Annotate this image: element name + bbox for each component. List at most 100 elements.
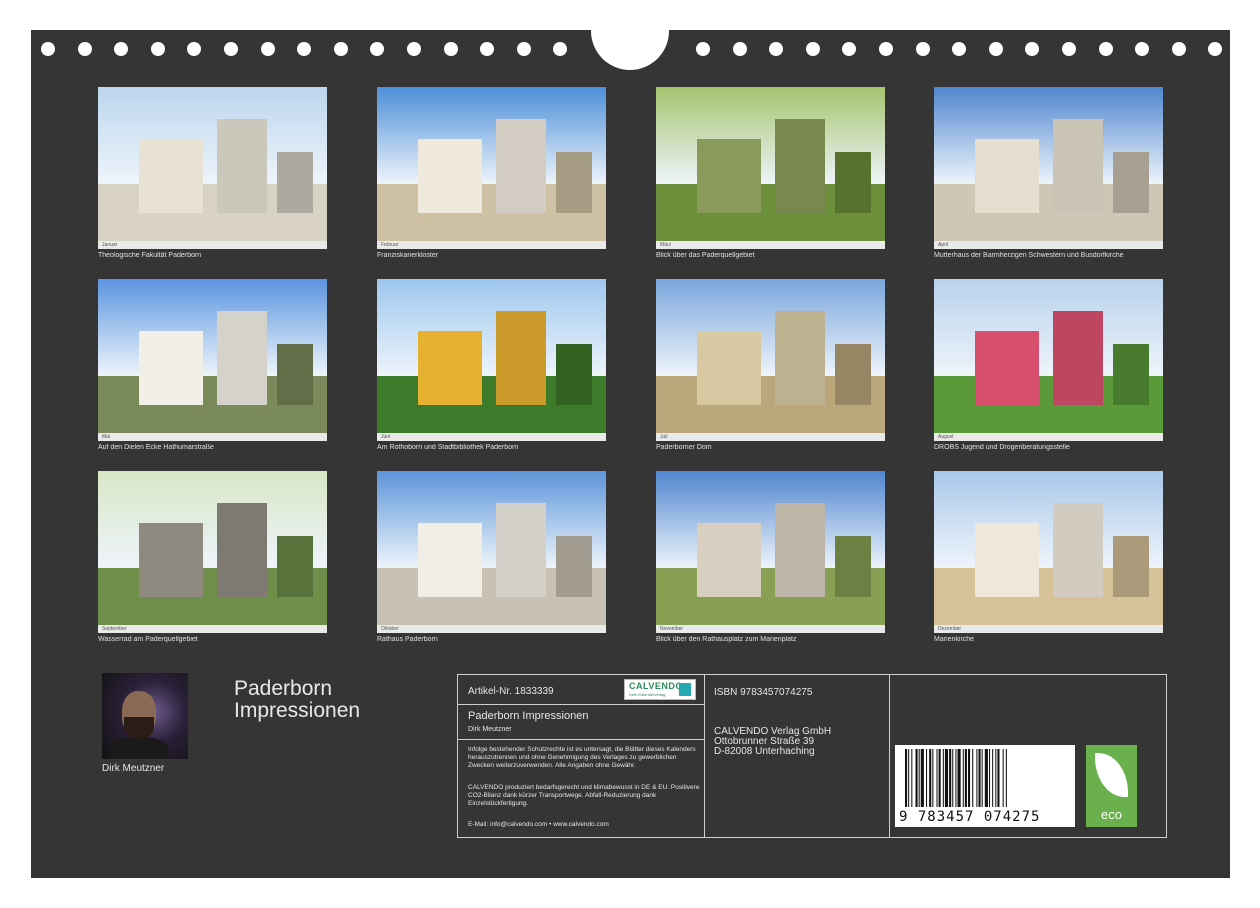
binding-hole [370,42,385,56]
photo-caption: Rathaus Paderborn [377,636,438,643]
binding-hole [915,42,930,56]
binding-hole [732,42,747,56]
calvendo-mark-icon [679,683,691,696]
info-title: Paderborn Impressionen [468,710,589,722]
publisher-city: D-82008 Unterhaching [714,746,815,757]
photo-thumbnail: Juli [656,279,885,441]
photo-thumbnail: August [934,279,1163,441]
leaf-icon [1095,753,1128,797]
isbn: ISBN 9783457074275 [714,687,813,698]
binding-hole [1098,42,1113,56]
legal-notice: Infolge bestehender Schutzrechte ist es … [468,746,696,769]
photo-caption: Marienkirche [934,636,975,643]
month-label: Februar [381,242,399,248]
binding-hole [516,42,531,56]
product-info-box: Artikel-Nr. 1833339 CALVENDO Dein Kalend… [457,674,1167,838]
month-label: April [938,242,949,248]
binding-hole [260,42,275,56]
photo-thumbnail: März [656,87,885,249]
photo-caption: Blick über den Rathausplatz zum Marienpl… [656,636,797,643]
publisher-address: CALVENDO Verlag GmbH Ottobrunner Straße … [714,727,831,757]
month-photo: Mai Auf den Dielen Ecke Hathumarstraße [98,279,327,451]
calendar-title-line-2: Impressionen [234,699,361,722]
month-date-strip: September [98,625,327,633]
photo-caption: Auf den Dielen Ecke Hathumarstraße [98,444,214,451]
month-date-strip: Juni [377,433,606,441]
binding-hole [1025,42,1040,56]
month-date-strip: Februar [377,241,606,249]
binding-hole [1208,42,1223,56]
author-name: Dirk Meutzner [102,763,165,774]
photo-caption: Blick über das Paderquellgebiet [656,252,755,259]
binding-hole [842,42,857,56]
isbn-barcode: 9 783457 074275 [895,745,1075,827]
photo-thumbnail: Januar [98,87,327,249]
month-label: Oktober [381,626,399,632]
binding-hole [1062,42,1076,56]
calvendo-logo: CALVENDO Dein Kalenderverlag [624,679,696,700]
barcode-bars [905,749,1007,807]
photo-caption: Paderborner Dom [656,444,712,451]
month-date-strip: November [656,625,885,633]
month-photo: Januar Theologische Fakultät Paderborn [98,87,327,259]
month-label: August [938,434,954,440]
month-date-strip: März [656,241,885,249]
month-photo: Juni Am Rothoborn und Stadtbibliothek Pad… [377,279,606,451]
month-date-strip: August [934,433,1163,441]
binding-hole [769,42,784,56]
binding-hole [333,42,348,56]
binding-hole [407,42,421,56]
month-label: Mai [102,434,111,440]
photo-thumbnail: Mai [98,279,327,441]
photo-thumbnail: Oktober [377,471,606,633]
barcode-number: 9 783457 074275 [899,809,1041,825]
calvendo-logo-subtitle: Dein Kalenderverlag [629,692,666,697]
month-date-strip: Dezember [934,625,1163,633]
photo-caption: Wasserrad am Paderquellgebiet [98,636,198,643]
binding-hole [77,42,92,56]
author-portrait [102,673,188,759]
binding-hole [879,42,893,56]
binding-hole [187,42,202,56]
binding-hole [443,42,458,56]
photo-caption: Theologische Fakultät Paderborn [98,252,202,259]
eco-label: eco [1101,807,1122,822]
binding-hole [41,42,55,56]
info-author: Dirk Meutzner [468,726,512,733]
calvendo-logo-name: CALVENDO [629,681,683,691]
binding-hole [224,42,238,56]
month-date-strip: Juli [656,433,885,441]
photo-thumbnail: Februar [377,87,606,249]
month-photo: Juli Paderborner Dom [656,279,885,451]
month-label: September [102,626,127,632]
binding-hole [1135,42,1150,56]
month-photo: März Blick über das Paderquellgebiet [656,87,885,259]
article-number: Artikel-Nr. 1833339 [468,686,554,697]
photo-thumbnail: November [656,471,885,633]
calendar-back-cover: Januar Theologische Fakultät Paderborn Feb… [31,0,1230,878]
month-label: Januar [102,242,118,248]
photo-thumbnail: April [934,87,1163,249]
binding-hole [1171,42,1186,56]
month-photo: Februar Franziskanerkloster [377,87,606,259]
contact-line: E-Mail: info@calvendo.com • www.calvendo… [468,821,609,828]
month-photo: August DROBS Jugend und Drogenberatungsst… [934,279,1163,451]
month-label: März [660,242,672,248]
month-date-strip: Oktober [377,625,606,633]
binding-hole [805,42,820,56]
photo-caption: Franziskanerkloster [377,252,439,259]
month-photo: April Mutterhaus der Barmherzigen Schwest… [934,87,1163,259]
month-photo: September Wasserrad am Paderquellgebiet [98,471,327,643]
binding-hole [114,42,129,56]
eco-badge: eco [1086,745,1137,827]
month-label: Juli [660,434,668,440]
photo-caption: DROBS Jugend und Drogenberatungsstelle [934,444,1070,451]
month-photo: Dezember Marienkirche [934,471,1163,643]
month-date-strip: Januar [98,241,327,249]
photo-thumbnail: Juni [377,279,606,441]
binding-hole [696,42,710,56]
month-photo: November Blick über den Rathausplatz zum … [656,471,885,643]
photo-caption: Mutterhaus der Barmherzigen Schwestern u… [934,252,1124,259]
binding-hole [952,42,967,56]
month-date-strip: Mai [98,433,327,441]
